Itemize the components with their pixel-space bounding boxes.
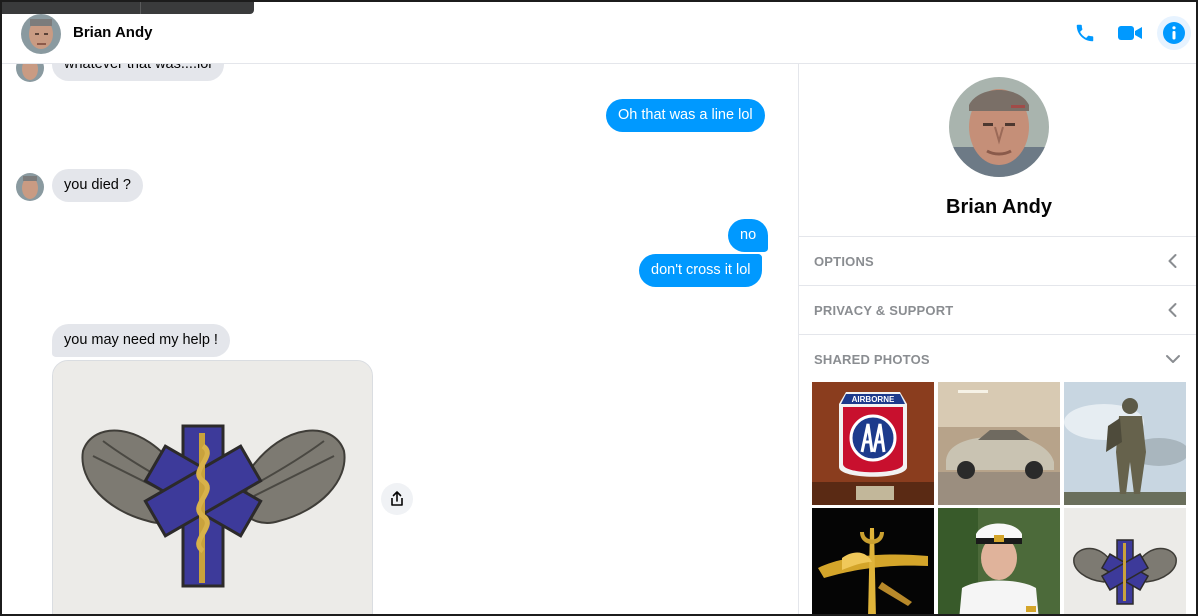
message-thread[interactable]: whatever that was....lol Oh that was a l… xyxy=(2,64,798,614)
contact-avatar-small xyxy=(16,173,44,201)
incoming-message[interactable]: you died ? xyxy=(52,169,143,202)
chevron-left-icon xyxy=(1168,303,1177,317)
contact-avatar-small xyxy=(16,64,44,82)
shared-photo[interactable] xyxy=(938,382,1060,505)
contact-avatar[interactable] xyxy=(21,14,61,54)
tab-divider xyxy=(140,2,141,14)
medic-wings-pin-image xyxy=(53,361,372,614)
soldier-silhouette-photo xyxy=(1064,382,1186,505)
chevron-down-icon xyxy=(1166,355,1180,363)
navy-officer-photo xyxy=(938,508,1060,614)
shared-photo[interactable]: AIRBORNE xyxy=(812,382,934,505)
share-button[interactable] xyxy=(381,483,413,515)
shared-photo[interactable] xyxy=(1064,382,1186,505)
silver-car-photo xyxy=(938,382,1060,505)
window-tab-strip xyxy=(2,2,254,14)
section-shared-photos[interactable]: SHARED PHOTOS xyxy=(799,334,1196,383)
video-call-button[interactable] xyxy=(1115,18,1145,48)
outgoing-message[interactable]: Oh that was a line lol xyxy=(606,99,765,132)
video-camera-icon xyxy=(1118,26,1142,40)
conversation-info-button[interactable] xyxy=(1157,16,1191,50)
outgoing-message[interactable]: no xyxy=(728,219,769,252)
profile-picture[interactable] xyxy=(949,77,1049,177)
incoming-photo-message[interactable] xyxy=(52,360,373,614)
section-label: SHARED PHOTOS xyxy=(814,352,930,367)
shared-photo[interactable] xyxy=(938,508,1060,614)
seal-trident-photo xyxy=(812,508,934,614)
info-icon xyxy=(1163,22,1185,44)
airborne-caption: AIRBORNE xyxy=(852,395,895,404)
section-privacy-support[interactable]: PRIVACY & SUPPORT xyxy=(799,285,1196,334)
outgoing-message[interactable]: don't cross it lol xyxy=(639,254,763,287)
shared-photo[interactable] xyxy=(812,508,934,614)
voice-call-button[interactable] xyxy=(1070,18,1100,48)
share-icon xyxy=(391,491,403,506)
phone-icon xyxy=(1076,24,1094,42)
contact-name[interactable]: Brian Andy xyxy=(73,24,152,41)
section-label: PRIVACY & SUPPORT xyxy=(814,303,954,318)
incoming-message[interactable]: you may need my help ! xyxy=(52,324,230,357)
section-options[interactable]: OPTIONS xyxy=(799,236,1196,285)
chevron-left-icon xyxy=(1168,254,1177,268)
shared-photo[interactable] xyxy=(1064,508,1186,614)
conversation-info-panel: Brian Andy OPTIONS PRIVACY & SUPPORT SHA… xyxy=(798,64,1196,614)
section-label: OPTIONS xyxy=(814,254,874,269)
messenger-window: Brian Andy whatever that was....lol Oh t… xyxy=(0,0,1198,616)
medic-wings-pin-photo xyxy=(1064,508,1186,614)
profile-name: Brian Andy xyxy=(946,196,1052,218)
incoming-message[interactable]: whatever that was....lol xyxy=(52,64,224,81)
airborne-patch-photo: AIRBORNE xyxy=(812,382,934,505)
